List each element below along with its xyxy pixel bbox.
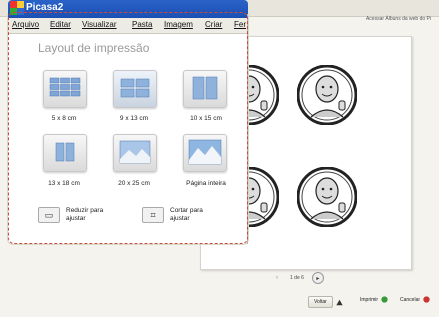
check-icon: [381, 296, 388, 303]
menu-ferramentas[interactable]: Fer: [234, 20, 246, 29]
layout-9x13-tile[interactable]: [113, 70, 157, 108]
two-portrait-photos-icon: [192, 76, 218, 100]
grid-photos-icon: [49, 77, 81, 97]
cancel-action: Cancelar: [400, 296, 430, 303]
print-action: Imprimir: [360, 296, 388, 303]
back-action: Voltar: [308, 296, 343, 308]
back-button[interactable]: Voltar: [308, 296, 333, 308]
print-layout-heading: Layout de impressão: [38, 41, 150, 55]
layout-20x25-tile[interactable]: [113, 134, 157, 172]
menu-imagem[interactable]: Imagem: [164, 20, 193, 29]
layout-13x18-tile[interactable]: [43, 134, 87, 172]
next-page-icon[interactable]: ▸: [311, 272, 324, 284]
menu-arquivo[interactable]: Arquivo: [12, 20, 39, 29]
page-navigator: ‹ 1 de 6 ▸: [272, 272, 324, 284]
menu-pasta[interactable]: Pasta: [132, 20, 152, 29]
four-photos-icon: [120, 78, 150, 98]
cancel-icon: [423, 296, 430, 303]
layout-20x25-label: 20 x 25 cm: [118, 180, 150, 187]
layout-5x8-label: 5 x 8 cm: [51, 115, 77, 122]
layout-full-page-label: Página inteira: [186, 180, 226, 187]
landscape-photo-icon: [119, 140, 151, 164]
crop-icon: ⌗: [142, 207, 164, 223]
picasa-app-icon: [10, 1, 24, 15]
layout-13x18-label: 13 x 18 cm: [48, 180, 80, 187]
crop-to-fit-option[interactable]: ⌗ Cortar para ajustar: [142, 207, 218, 223]
panel-divider: [247, 14, 248, 244]
two-small-portrait-photos-icon: [55, 142, 75, 162]
layout-5x8-tile[interactable]: [43, 70, 87, 108]
layout-10x15-tile[interactable]: [183, 70, 227, 108]
layout-10x15-label: 10 x 15 cm: [190, 115, 222, 122]
mountain-photo-icon: [188, 139, 222, 165]
layout-9x13-label: 9 x 13 cm: [119, 115, 149, 122]
previous-page-icon[interactable]: ‹: [272, 273, 282, 283]
menu-bar: Arquivo Editar Visualizar Pasta Imagem C…: [8, 18, 248, 34]
menu-visualizar[interactable]: Visualizar: [82, 20, 117, 29]
menu-editar[interactable]: Editar: [50, 20, 71, 29]
crop-to-fit-label: Cortar para ajustar: [170, 207, 203, 222]
menu-criar[interactable]: Criar: [205, 20, 222, 29]
warning-icon: [336, 299, 343, 305]
web-albums-link[interactable]: Acessar Álbuns da web do Pi: [366, 16, 431, 22]
window-title: Picasa2: [26, 2, 64, 13]
thumbnail-cartoon-2[interactable]: [297, 65, 357, 125]
shrink-to-fit-option[interactable]: ▭ Reduzir para ajustar: [38, 207, 116, 223]
shrink-to-fit-label: Reduzir para ajustar: [66, 207, 104, 222]
cancel-button[interactable]: Cancelar: [400, 297, 420, 303]
thumbnail-cartoon-4[interactable]: [297, 167, 357, 227]
print-button[interactable]: Imprimir: [360, 297, 378, 303]
page-indicator: 1 de 6: [290, 275, 304, 281]
layout-full-page-tile[interactable]: [183, 134, 227, 172]
shrink-to-fit-icon: ▭: [38, 207, 60, 223]
